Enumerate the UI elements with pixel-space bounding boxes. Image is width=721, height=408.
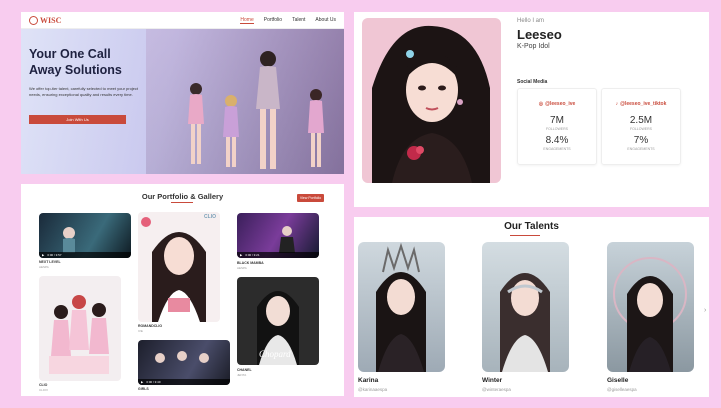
hero-banner: Your One Call Away Solutions We offer to… xyxy=(21,29,344,174)
talent-card-winter[interactable] xyxy=(482,242,569,372)
talents-title-underline xyxy=(510,235,540,236)
play-icon[interactable]: ▶ xyxy=(42,253,44,257)
talent-card-giselle[interactable] xyxy=(607,242,694,372)
gallery-caption: CHANEL xyxy=(237,368,252,372)
logo-text: WISC xyxy=(40,15,62,25)
nav-talent[interactable]: Talent xyxy=(292,17,305,24)
engagement-rate: 7% xyxy=(633,135,649,146)
talent-card-karina[interactable] xyxy=(358,242,445,372)
followers-count: 7M xyxy=(550,115,564,126)
gallery-item-girls[interactable]: ▶ 0:00 / 3:40 GIRLS xyxy=(138,340,230,394)
instagram-card[interactable]: ◎ @leeseo_ive 7M FOLLOWERS 8.4% ENGAGEME… xyxy=(517,88,597,165)
gallery-title-underline xyxy=(171,202,193,203)
followers-label: FOLLOWERS xyxy=(546,127,568,131)
talent-handle: @karinaaespa xyxy=(358,387,388,392)
video-controls[interactable]: ▶ 0:00 / 3:57 xyxy=(39,252,131,258)
followers-count: 2.5M xyxy=(629,115,653,126)
logo[interactable]: WISC xyxy=(29,15,62,25)
nav-links: Home Portfolio Talent About Us xyxy=(240,17,336,24)
tiktok-handle[interactable]: @leeseo_ive_tiktok xyxy=(620,101,666,107)
gallery-item-romandclio[interactable]: CLIO ROMANDCLIO IVE xyxy=(138,212,220,333)
gallery-subcaption: IVE xyxy=(138,329,143,333)
nav-about-us[interactable]: About Us xyxy=(315,17,336,24)
play-icon[interactable]: ▶ xyxy=(240,253,242,257)
profile-name: Leeseo xyxy=(517,27,562,42)
talent-handle: @giselleaespa xyxy=(607,387,637,392)
gallery-image: Chopard xyxy=(237,277,319,365)
tiktok-card[interactable]: ♪ @leeseo_ive_tiktok 2.5M FOLLOWERS 7% E… xyxy=(601,88,681,165)
hero-panel: WISC Home Portfolio Talent About Us Your… xyxy=(21,12,344,174)
nav-portfolio[interactable]: Portfolio xyxy=(264,17,282,24)
tiktok-icon: ♪ xyxy=(615,101,619,107)
clio-watermark: CLIO xyxy=(204,214,216,220)
gallery-subcaption: AESPA xyxy=(39,265,49,269)
video-time: 0:00 / 3:40 xyxy=(146,380,161,384)
gallery-caption: NEXT LEVEL xyxy=(39,260,61,264)
hero-group-image xyxy=(146,29,344,174)
talent-name: Winter xyxy=(482,377,503,384)
navbar: WISC Home Portfolio Talent About Us xyxy=(21,12,344,29)
talent-handle: @winteraespa xyxy=(482,387,511,392)
talent-name: Karina xyxy=(358,377,379,384)
profile-role: K-Pop Idol xyxy=(517,43,550,50)
engagement-rate: 8.4% xyxy=(545,135,569,146)
talent-name: Giselle xyxy=(607,377,629,384)
gallery-caption: BLACK MAMBA xyxy=(237,261,264,265)
hero-description: We offer top-tier talent, carefully sele… xyxy=(29,86,139,98)
gallery-subcaption: JENTA xyxy=(237,373,247,377)
gallery-title: Our Portfolio & Gallery xyxy=(141,192,224,201)
gallery-item-clio[interactable]: CLIO CLIOV xyxy=(39,276,121,392)
chopard-watermark: Chopard xyxy=(259,349,291,359)
gallery-image: CLIO xyxy=(138,212,220,322)
profile-panel: Hello I am Leeseo K-Pop Idol Social Medi… xyxy=(354,12,709,207)
gallery-item-next-level[interactable]: ▶ 0:00 / 3:57 NEXT LEVEL AESPA xyxy=(39,213,131,269)
join-button[interactable]: Join With Us xyxy=(29,115,126,124)
nav-home[interactable]: Home xyxy=(240,17,254,24)
video-controls[interactable]: ▶ 0:00 / 3:40 xyxy=(138,379,230,385)
gallery-panel: Our Portfolio & Gallery View Portfolio ▶… xyxy=(21,184,344,396)
gallery-subcaption: CLIOV xyxy=(39,388,49,392)
social-media-title: Social Media xyxy=(517,79,548,85)
gallery-caption: ROMANDCLIO xyxy=(138,324,163,328)
logo-icon xyxy=(29,15,38,25)
engagement-label: ENGAGEMENTS xyxy=(627,147,655,151)
gallery-item-chanel[interactable]: Chopard CHANEL JENTA xyxy=(237,277,319,377)
gallery-caption: CLIO xyxy=(39,383,48,387)
instagram-handle[interactable]: @leeseo_ive xyxy=(545,101,575,107)
gallery-subcaption: AESPA xyxy=(237,266,247,270)
profile-greeting: Hello I am xyxy=(517,18,545,24)
gallery-caption: GIRLS xyxy=(138,387,149,391)
video-controls[interactable]: ▶ 0:00 / 3:21 xyxy=(237,252,319,258)
talents-panel: Our Talents Karina @karinaaespa Winter @… xyxy=(354,217,709,397)
profile-photo xyxy=(362,18,501,183)
gallery-item-black-mamba[interactable]: ▶ 0:00 / 3:21 BLACK MAMBA AESPA xyxy=(237,213,319,270)
video-time: 0:00 / 3:57 xyxy=(47,253,62,257)
video-player[interactable]: ▶ 0:00 / 3:40 xyxy=(138,340,230,385)
video-player[interactable]: ▶ 0:00 / 3:57 xyxy=(39,213,131,258)
video-time: 0:00 / 3:21 xyxy=(245,253,260,257)
view-portfolio-button[interactable]: View Portfolio xyxy=(297,194,324,202)
followers-label: FOLLOWERS xyxy=(630,127,652,131)
video-player[interactable]: ▶ 0:00 / 3:21 xyxy=(237,213,319,258)
instagram-icon: ◎ xyxy=(538,101,544,107)
chevron-right-icon[interactable]: › xyxy=(704,307,706,314)
hero-title: Your One Call Away Solutions xyxy=(29,47,122,77)
play-icon[interactable]: ▶ xyxy=(141,380,143,384)
engagement-label: ENGAGEMENTS xyxy=(543,147,571,151)
gallery-image xyxy=(39,276,121,381)
talents-title: Our Talents xyxy=(504,221,559,232)
